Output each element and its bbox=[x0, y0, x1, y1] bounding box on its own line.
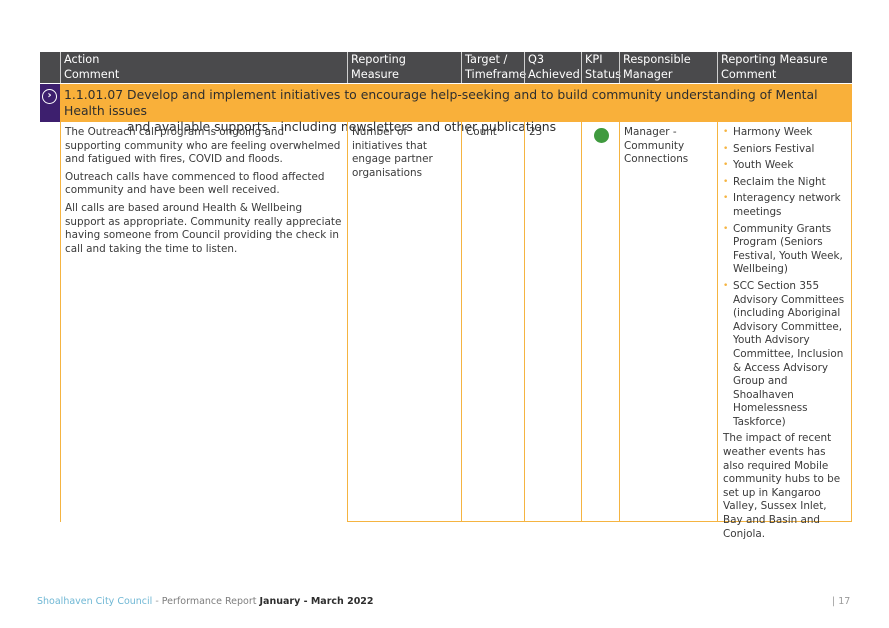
header-spacer bbox=[40, 52, 60, 83]
comment-paragraph: All calls are based around Health & Well… bbox=[65, 201, 342, 255]
cell-q3-achieved: 23 bbox=[524, 122, 581, 522]
header-label: Reporting bbox=[351, 53, 406, 66]
header-reporting-measure: Reporting Measure bbox=[347, 52, 461, 83]
cell-kpi-status bbox=[581, 122, 619, 522]
measure-comment-list: Harmony Week Seniors Festival Youth Week… bbox=[723, 126, 847, 429]
header-target-timeframe: Target / Timeframe bbox=[461, 52, 527, 83]
table-row: The Outreach call program is ongoing and… bbox=[40, 122, 852, 540]
header-label: Action bbox=[64, 53, 100, 66]
cell-action-comment: The Outreach call program is ongoing and… bbox=[60, 122, 347, 522]
list-item: Youth Week bbox=[723, 159, 847, 173]
target-timeframe-text: Count bbox=[466, 126, 497, 138]
list-item: Harmony Week bbox=[723, 126, 847, 140]
header-responsible-manager: Responsible Manager bbox=[619, 52, 717, 83]
header-kpi-status: KPI Status bbox=[581, 52, 621, 83]
footer-separator: - bbox=[152, 596, 162, 607]
header-action-comment: Action Comment bbox=[60, 52, 347, 83]
chevron-right-circle-icon: › bbox=[42, 89, 57, 104]
footer-report-title: Performance Report bbox=[161, 596, 260, 607]
list-item: Seniors Festival bbox=[723, 143, 847, 157]
list-item: Interagency network meetings bbox=[723, 192, 847, 219]
page-number: | 17 bbox=[832, 596, 851, 607]
reporting-measure-text: Number of initiatives that engage partne… bbox=[352, 126, 433, 179]
header-label: Comment bbox=[721, 67, 777, 81]
list-item: Reclaim the Night bbox=[723, 176, 847, 190]
footer: Shoalhaven City Council - Performance Re… bbox=[37, 596, 374, 607]
cell-responsible-manager: Manager - Community Connections bbox=[619, 122, 717, 522]
action-title-line1: 1.1.01.07 Develop and implement initiati… bbox=[64, 87, 818, 118]
header-label: Reporting Measure bbox=[721, 53, 828, 66]
header-label: Q3 bbox=[528, 53, 545, 66]
comment-paragraph: The Outreach call program is ongoing and… bbox=[65, 126, 341, 166]
table-header: Action Comment Reporting Measure Target … bbox=[40, 52, 852, 83]
header-label: KPI bbox=[585, 53, 603, 66]
header-label: Responsible bbox=[623, 53, 691, 66]
action-icon-box: › bbox=[40, 84, 60, 122]
action-band: › 1.1.01.07 Develop and implement initia… bbox=[40, 84, 852, 134]
header-label: Target / bbox=[465, 53, 508, 66]
header-label: Timeframe bbox=[465, 67, 527, 81]
header-label: Status bbox=[585, 67, 621, 81]
header-label: Measure bbox=[351, 67, 400, 81]
list-item: Community Grants Program (Seniors Festiv… bbox=[723, 223, 847, 277]
footer-organisation: Shoalhaven City Council bbox=[37, 596, 153, 607]
header-label: Achieved bbox=[528, 67, 580, 81]
header-label: Comment bbox=[64, 67, 120, 81]
cell-target-timeframe: Count bbox=[461, 122, 524, 522]
header-label: Manager bbox=[623, 67, 673, 81]
footer-period: January - March 2022 bbox=[259, 596, 374, 607]
measure-comment-note: The impact of recent weather events has … bbox=[723, 432, 841, 540]
cell-reporting-measure: Number of initiatives that engage partne… bbox=[347, 122, 461, 522]
q3-achieved-value: 23 bbox=[529, 126, 543, 138]
list-item: SCC Section 355 Advisory Committees (inc… bbox=[723, 280, 847, 430]
responsible-manager-text: Manager - Community Connections bbox=[624, 126, 689, 166]
header-q3-achieved: Q3 Achieved bbox=[524, 52, 581, 83]
header-reporting-measure-comment: Reporting Measure Comment bbox=[717, 52, 852, 83]
comment-paragraph: Outreach calls have commenced to flood a… bbox=[65, 170, 325, 197]
kpi-status-indicator bbox=[594, 128, 609, 143]
cell-reporting-measure-comment: Harmony Week Seniors Festival Youth Week… bbox=[717, 122, 852, 540]
